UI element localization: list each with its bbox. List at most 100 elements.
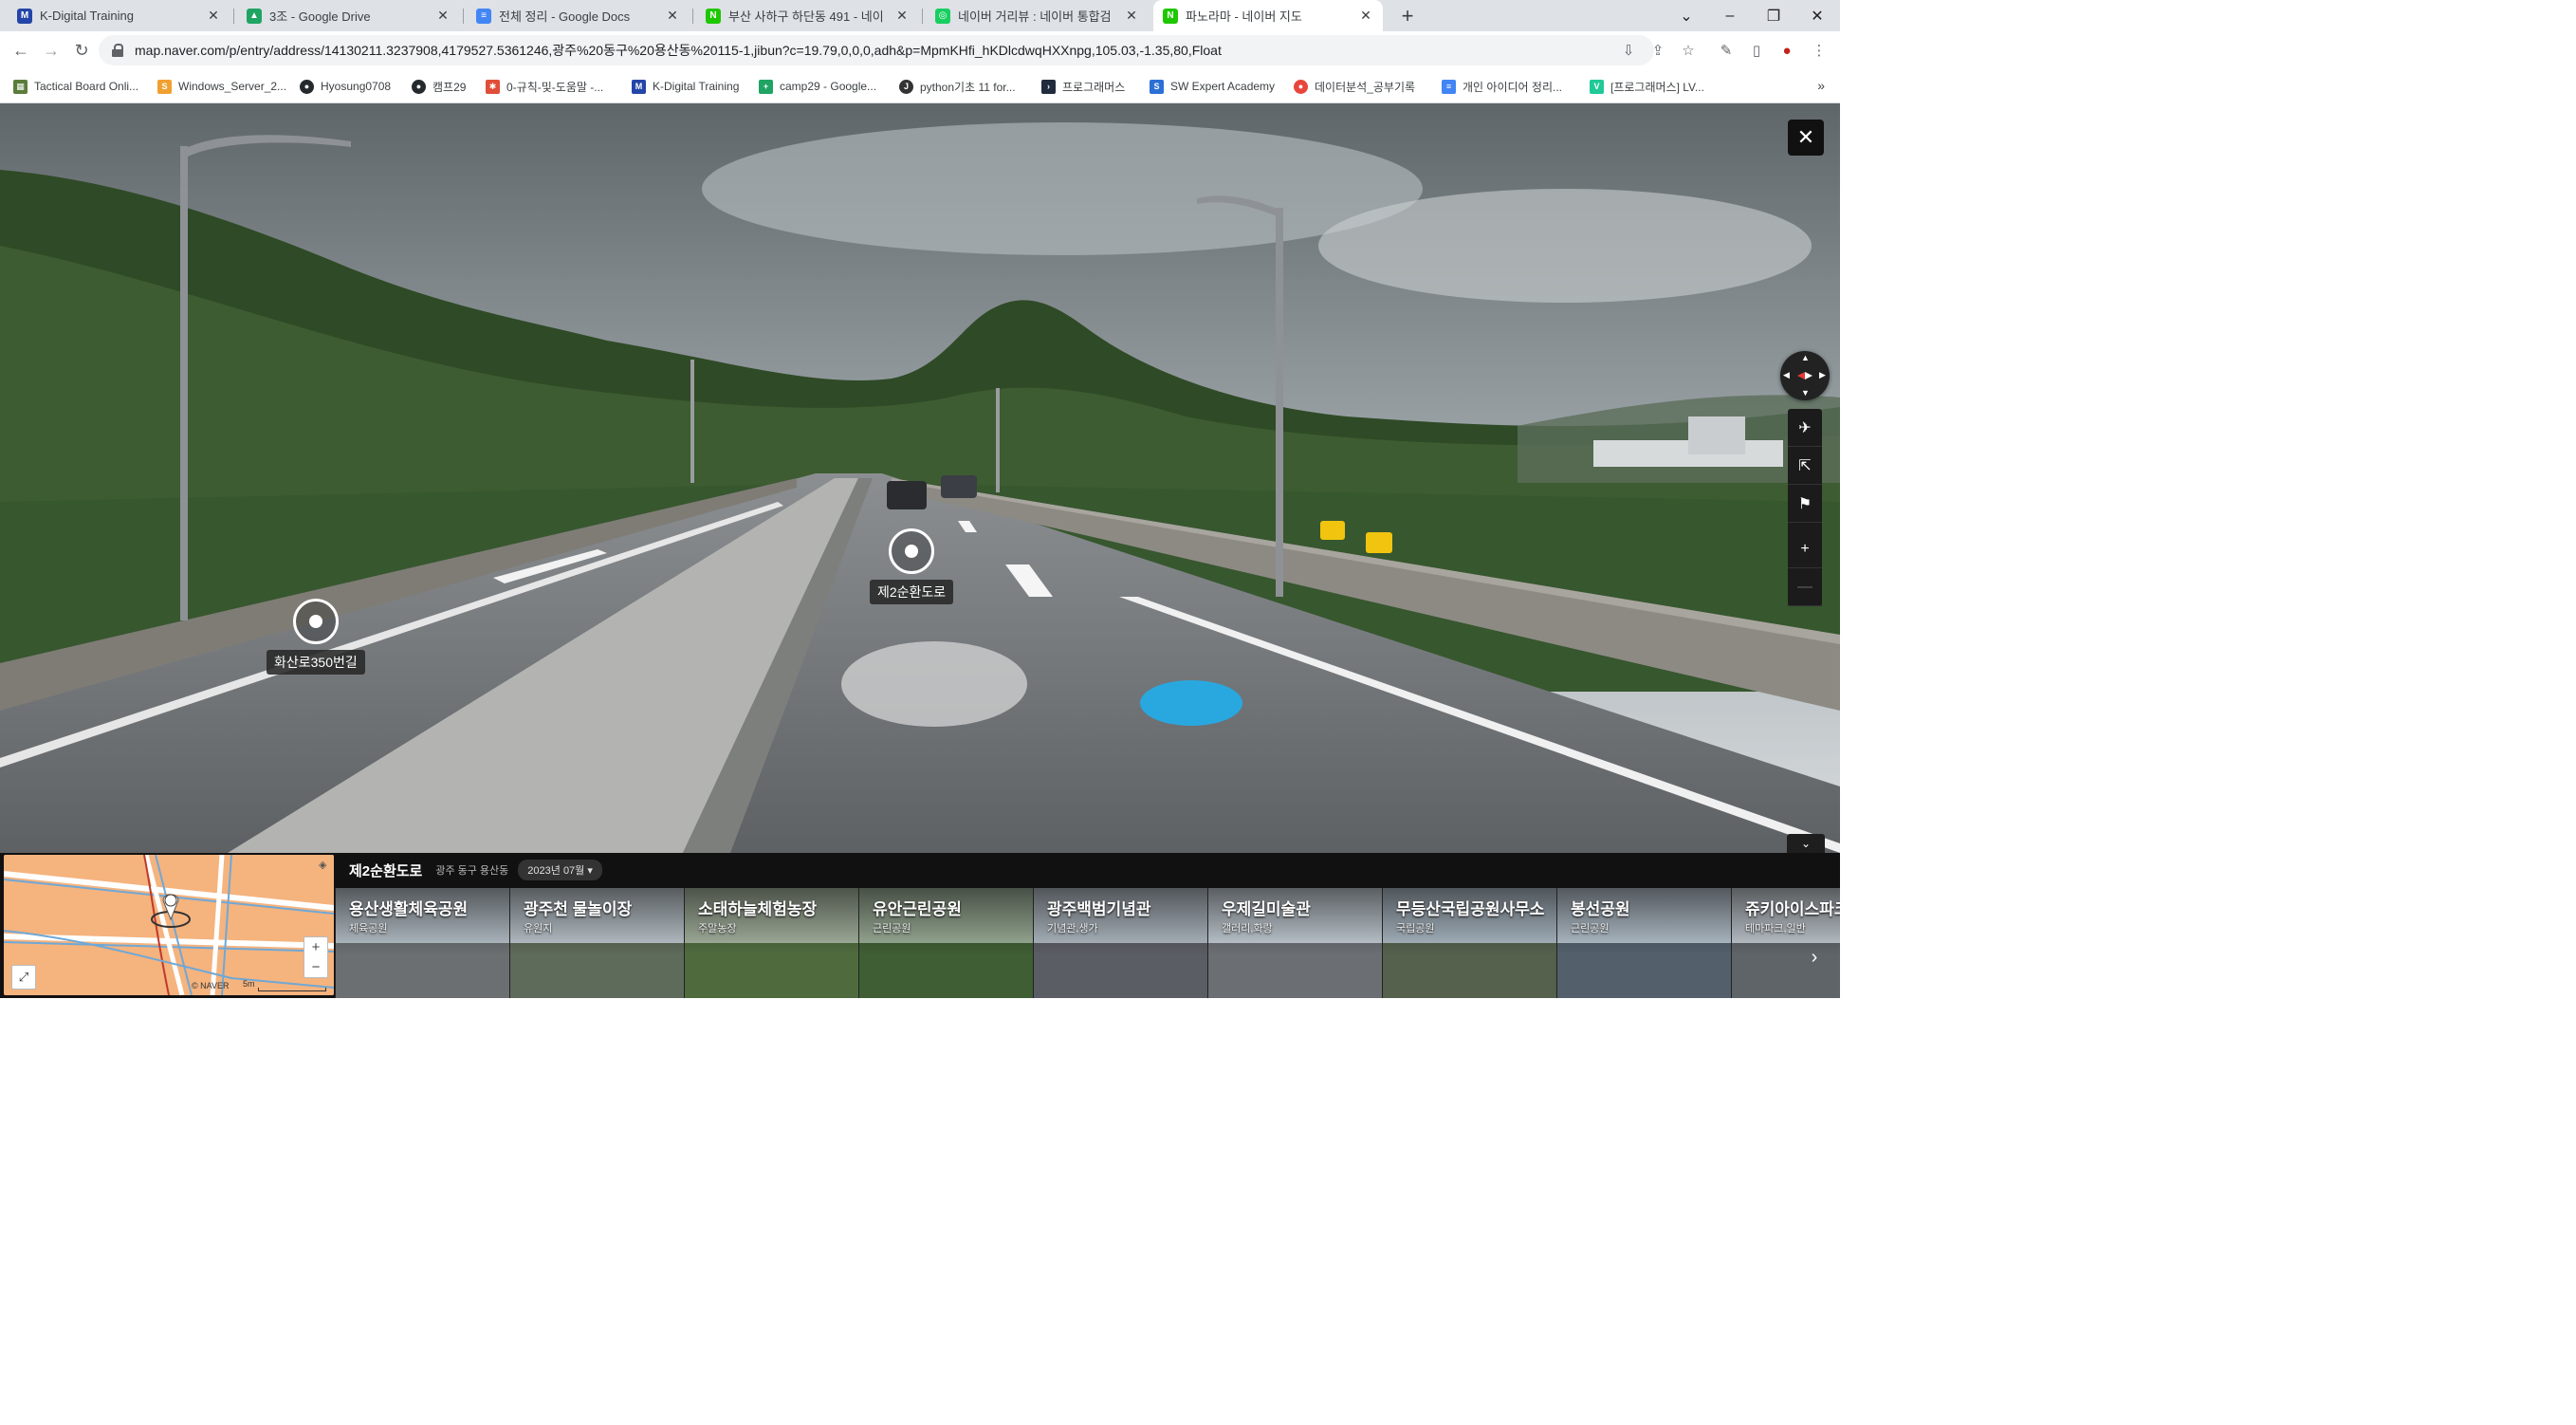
bookmark-favicon-icon: ▦ — [13, 79, 28, 94]
bookmark-label: 데이터분석_공부기록 — [1315, 80, 1416, 94]
bookmark-favicon-icon: › — [1041, 79, 1056, 94]
extensions-icon[interactable]: ✎ — [1715, 39, 1738, 62]
reload-button[interactable]: ↻ — [68, 37, 95, 64]
zoom-out-icon[interactable]: — — [1788, 568, 1822, 606]
place-card[interactable]: 무등산국립공원사무소 국립공원 — [1382, 888, 1556, 998]
tab-close-icon[interactable]: ✕ — [1124, 8, 1139, 24]
minimap-expand-icon[interactable]: ⤢ — [11, 965, 36, 990]
tab-close-icon[interactable]: ✕ — [206, 8, 221, 24]
report-icon[interactable]: ⚑ — [1788, 485, 1822, 523]
poi-marker-hwasanro[interactable]: 화산로350번길 — [267, 599, 365, 675]
side-panel-icon[interactable]: ▯ — [1745, 39, 1768, 62]
compass-right-arrow-icon[interactable]: ▶ — [1819, 370, 1826, 380]
browser-menu-icon[interactable]: ⋮ — [1808, 39, 1831, 62]
minimap-zoom-in-button[interactable]: + — [304, 937, 327, 957]
window-close-button[interactable]: ✕ — [1796, 0, 1838, 31]
compass-down-arrow-icon[interactable]: ▼ — [1801, 388, 1810, 398]
compass-control[interactable]: ▲ ▼ ◀ ▶ — [1780, 351, 1830, 400]
nearby-places-carousel: 용산생활체육공원 체육공원 광주천 물놀이장 유원지 소태하늘체험농장 주말농장 유안근린공… — [335, 888, 1840, 998]
bookmark-label: [프로그래머스] LV... — [1610, 80, 1704, 94]
bookmark-favicon-icon: ≡ — [1442, 79, 1456, 94]
bookmark-favicon-icon: V — [1590, 79, 1604, 94]
tab-naver-streetview[interactable]: ◎ 네이버 거리뷰 : 네이버 통합검 ✕ — [926, 0, 1149, 31]
browser-window: M K-Digital Training ✕ ▲ 3조 - Google Dri… — [0, 0, 1840, 998]
new-tab-button[interactable]: + — [1394, 3, 1421, 29]
place-card[interactable]: 용산생활체육공원 체육공원 — [335, 888, 509, 998]
capture-date-dropdown[interactable]: 2023년 07월 ▾ — [518, 860, 602, 880]
address-bar[interactable]: map.naver.com/p/entry/address/14130211.3… — [99, 35, 1654, 65]
lock-icon[interactable] — [112, 44, 123, 57]
tab-close-icon[interactable]: ✕ — [894, 8, 910, 24]
tab-search-dropdown-icon[interactable]: ⌄ — [1665, 0, 1707, 31]
tab-google-docs[interactable]: ≡ 전체 정리 - Google Docs ✕ — [467, 0, 690, 31]
bookmark-item[interactable]: S SW Expert Academy — [1150, 77, 1275, 96]
tab-close-icon[interactable]: ✕ — [435, 8, 451, 24]
carousel-next-icon[interactable]: › — [1802, 938, 1827, 976]
minimap[interactable]: ◈ + − ⤢ © NAVER 5m — [4, 855, 334, 995]
place-card[interactable]: 소태하늘체험농장 주말농장 — [684, 888, 858, 998]
tab-close-icon[interactable]: ✕ — [665, 8, 680, 24]
minimap-zoom-out-button[interactable]: − — [304, 957, 327, 977]
compass-left-arrow-icon[interactable]: ◀ — [1783, 370, 1790, 380]
bookmark-item[interactable]: ▦ Tactical Board Onli... — [13, 77, 138, 96]
road-title: 제2순환도로 — [349, 862, 423, 879]
share-page-icon[interactable]: ⇪ — [1647, 39, 1669, 62]
poi-ring-icon — [292, 599, 339, 644]
minimap-corner-icon[interactable]: ◈ — [319, 859, 326, 871]
place-card[interactable]: 광주천 물놀이장 유원지 — [509, 888, 684, 998]
bookmark-label: 개인 아이디어 정리... — [1463, 80, 1562, 94]
tab-panorama-active[interactable]: N 파노라마 - 네이버 지도 ✕ — [1153, 0, 1383, 31]
bookmark-item[interactable]: M K-Digital Training — [632, 77, 739, 96]
bookmark-item[interactable]: ● 데이터분석_공부기록 — [1294, 77, 1415, 96]
forward-button[interactable]: → — [38, 37, 64, 64]
tab-strip: M K-Digital Training ✕ ▲ 3조 - Google Dri… — [0, 0, 1840, 31]
panorama-side-controls: ✈ ⇱ ⚑ + — — [1788, 409, 1822, 606]
panorama-scene — [0, 103, 1840, 853]
tab-naver-map-busan[interactable]: N 부산 사하구 하단동 491 - 네이 ✕ — [696, 0, 919, 31]
bookmark-item[interactable]: V [프로그래머스] LV... — [1590, 77, 1704, 96]
minimize-button[interactable]: – — [1709, 0, 1751, 31]
tab-google-drive[interactable]: ▲ 3조 - Google Drive ✕ — [237, 0, 460, 31]
url-text[interactable]: map.naver.com/p/entry/address/14130211.3… — [135, 41, 1222, 60]
bookmark-item[interactable]: ≡ 개인 아이디어 정리... — [1442, 77, 1562, 96]
bookmark-item[interactable]: › 프로그래머스 — [1041, 77, 1125, 96]
profile-avatar-icon[interactable]: ● — [1776, 39, 1798, 62]
bookmarks-overflow-icon[interactable]: » — [1817, 78, 1825, 93]
place-card[interactable]: 유안근린공원 근린공원 — [858, 888, 1033, 998]
panel-header: 제2순환도로 광주 동구 용산동 2023년 07월 ▾ — [349, 859, 602, 881]
map-attribution: © NAVER — [192, 981, 230, 990]
bookmark-label: python기초 11 for... — [920, 80, 1016, 94]
place-name: 봉선공원 — [1571, 900, 1630, 918]
tab-separator — [692, 9, 693, 24]
place-category: 근린공원 — [1571, 923, 1610, 935]
back-button[interactable]: ← — [8, 37, 34, 64]
tab-close-icon[interactable]: ✕ — [1358, 8, 1373, 24]
street-panorama[interactable]: 화산로350번길 제2순환도로 ✕ ▲ ▼ ◀ ▶ ✈ ⇱ ⚑ + — ⌄ — [0, 103, 1840, 853]
bookmark-item[interactable]: ● Hyosung0708 — [300, 77, 391, 96]
place-card[interactable]: 봉선공원근린공원 — [1556, 888, 1731, 998]
place-card[interactable]: 광주백범기념관 기념관,생가 — [1033, 888, 1207, 998]
tab-separator — [463, 9, 464, 24]
collapse-panel-button[interactable]: ⌄ — [1787, 834, 1825, 853]
bookmark-item[interactable]: ✱ 0-규칙-및-도움말 -... — [486, 77, 603, 96]
bookmark-item[interactable]: Jpython기초 11 for... — [899, 77, 1016, 96]
bookmark-item[interactable]: S Windows_Server_2... — [157, 77, 286, 96]
install-app-icon[interactable]: ⇩ — [1617, 39, 1640, 62]
bookmark-item[interactable]: ● 캠프29 — [412, 77, 466, 96]
poi-marker-second-ring-road[interactable]: 제2순환도로 — [870, 528, 954, 604]
share-icon[interactable]: ⇱ — [1788, 447, 1822, 485]
bookmark-star-icon[interactable]: ☆ — [1677, 39, 1700, 62]
bookmark-item[interactable]: + camp29 - Google... — [759, 77, 876, 96]
place-name: 유안근린공원 — [873, 900, 962, 918]
tab-k-digital-training[interactable]: M K-Digital Training ✕ — [8, 0, 230, 31]
minimap-roads — [4, 855, 334, 995]
close-panorama-button[interactable]: ✕ — [1788, 120, 1824, 156]
airplane-icon[interactable]: ✈ — [1788, 409, 1822, 447]
poi-ring-icon — [889, 528, 935, 574]
place-card[interactable]: 우제길미술관 갤러리,화랑 — [1207, 888, 1382, 998]
bookmark-label: 캠프29 — [432, 80, 467, 94]
place-name: 용산생활체육공원 — [349, 900, 469, 918]
zoom-in-icon[interactable]: + — [1788, 530, 1822, 568]
compass-up-arrow-icon[interactable]: ▲ — [1801, 353, 1810, 362]
restore-button[interactable]: ❐ — [1753, 0, 1794, 31]
